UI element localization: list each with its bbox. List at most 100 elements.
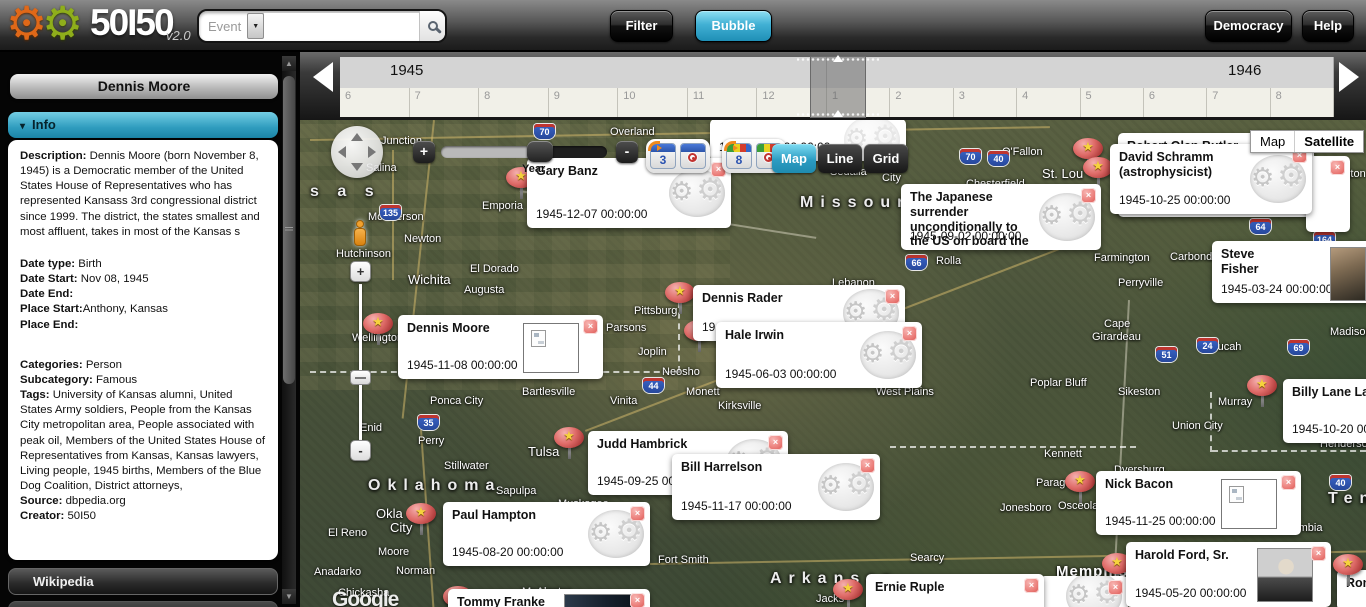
calendar-target-icon[interactable] bbox=[680, 143, 706, 169]
view-grid-button[interactable]: Grid bbox=[864, 144, 908, 173]
pan-down-icon[interactable] bbox=[351, 163, 363, 171]
timeline-next-arrow[interactable] bbox=[1339, 62, 1359, 92]
close-icon[interactable]: × bbox=[1330, 160, 1345, 175]
close-icon[interactable]: × bbox=[630, 506, 645, 521]
pegman-icon[interactable] bbox=[351, 220, 369, 250]
info-field: Source: dbpedia.org bbox=[20, 495, 126, 508]
pan-right-icon[interactable] bbox=[368, 146, 376, 158]
google-logo[interactable]: Google bbox=[332, 588, 399, 607]
timeline-month-cell[interactable]: 11 bbox=[687, 88, 758, 117]
map-pin[interactable]: ★ bbox=[664, 282, 696, 318]
scrollbar-thumb[interactable] bbox=[283, 76, 295, 384]
event-popup[interactable]: Dennis Moore 1945-11-08 00:00:00 × bbox=[398, 315, 603, 379]
timeline-month-cell[interactable]: 10 bbox=[618, 88, 688, 117]
wikipedia-section-header[interactable]: Wikipedia bbox=[8, 568, 278, 595]
map-pin[interactable]: ★ bbox=[1064, 471, 1096, 507]
filter-button[interactable]: Filter bbox=[610, 10, 673, 42]
map-pin[interactable]: ★ bbox=[405, 503, 437, 539]
close-icon[interactable]: × bbox=[630, 593, 645, 607]
timeline-month-cell[interactable]: 6 bbox=[340, 88, 410, 117]
timeline-month-cell[interactable]: 2 bbox=[890, 88, 954, 117]
event-popup[interactable]: Hale Irwin 1945-06-03 00:00:00 ⚙ ⚙ × bbox=[716, 322, 922, 388]
close-icon[interactable]: × bbox=[1281, 475, 1296, 490]
map-city-label: Augusta bbox=[464, 284, 505, 296]
timeline-month-cell[interactable]: 4 bbox=[1017, 88, 1081, 117]
interstate-shield-icon: 135 bbox=[380, 205, 401, 220]
search-button[interactable] bbox=[419, 11, 445, 41]
pan-up-icon[interactable] bbox=[351, 133, 363, 141]
map-pan-control[interactable] bbox=[331, 126, 383, 178]
timeline-month-cell[interactable]: 3 bbox=[953, 88, 1018, 117]
close-icon[interactable]: × bbox=[768, 435, 783, 450]
democracy-button[interactable]: Democracy bbox=[1205, 10, 1292, 42]
timeline-month-cell[interactable]: 5 bbox=[1080, 88, 1144, 117]
close-icon[interactable]: × bbox=[885, 289, 900, 304]
interstate-shield-icon: 40 bbox=[988, 151, 1009, 166]
map-pin[interactable]: ★ bbox=[362, 313, 394, 349]
map-pin[interactable]: ★ bbox=[1332, 554, 1364, 590]
map-zoom-slider-thumb[interactable] bbox=[350, 370, 371, 385]
event-popup[interactable]: Billy Lane Lauff 1945-10-20 00:00:00 bbox=[1283, 379, 1366, 443]
map-zoom-out-button[interactable]: - bbox=[350, 440, 371, 461]
timeline-month-cell[interactable]: 7 bbox=[1207, 88, 1271, 117]
event-popup[interactable]: Ernie Ruple × bbox=[866, 574, 1044, 607]
view-map-button[interactable]: Map bbox=[772, 144, 816, 173]
event-popup[interactable]: David Schramm (astrophysicist) 1945-10-25… bbox=[1110, 144, 1312, 214]
close-icon[interactable]: × bbox=[902, 326, 917, 341]
map-zoom-slider-track[interactable] bbox=[359, 284, 362, 442]
event-popup[interactable]: Nick Bacon 1945-11-25 00:00:00 × bbox=[1096, 471, 1301, 535]
close-icon[interactable]: × bbox=[1081, 188, 1096, 203]
map-city-label: Farmington bbox=[1094, 252, 1150, 264]
map-city-label: Sapulpa bbox=[496, 485, 537, 497]
timeline-month-cell[interactable]: 7 bbox=[409, 88, 480, 117]
collapsed-section-bar[interactable] bbox=[8, 601, 278, 607]
event-popup[interactable]: Paul Hampton 1945-08-20 00:00:00 ⚙ ⚙ × bbox=[443, 502, 650, 566]
event-popup[interactable]: The Japanese surrender unconditionally t… bbox=[901, 184, 1101, 250]
close-icon[interactable]: × bbox=[1024, 578, 1039, 593]
category-dropdown-button[interactable]: ▼ bbox=[247, 13, 265, 39]
timeline-zoom-in-button[interactable]: + bbox=[413, 141, 435, 163]
state-border bbox=[890, 446, 1136, 448]
close-icon[interactable]: × bbox=[583, 319, 598, 334]
timeline-month-cell[interactable]: 9 bbox=[548, 88, 619, 117]
event-popup[interactable]: × bbox=[1306, 156, 1350, 232]
event-popup[interactable]: Steve Fisher 1945-03-24 00:00:00 bbox=[1212, 241, 1366, 303]
interstate-shield-icon: 44 bbox=[643, 378, 664, 393]
scroll-down-icon[interactable]: ▼ bbox=[282, 589, 296, 604]
pan-left-icon[interactable] bbox=[338, 146, 346, 158]
timeline-month-cell[interactable]: 8 bbox=[1270, 88, 1334, 117]
close-icon[interactable]: × bbox=[860, 458, 875, 473]
close-icon[interactable]: × bbox=[1311, 546, 1326, 561]
calendar-date-icon[interactable]: 8 bbox=[724, 141, 752, 169]
bubble-button[interactable]: Bubble bbox=[695, 10, 772, 42]
map-pin[interactable]: ★ bbox=[553, 427, 585, 463]
event-popup[interactable]: ⚙⚙× bbox=[1040, 576, 1128, 607]
timeline-drag-handle[interactable] bbox=[797, 55, 879, 118]
map-type-map-button[interactable]: Map bbox=[1251, 131, 1294, 152]
info-section-header[interactable]: ▾ Info bbox=[8, 112, 278, 138]
timeline-month-cell[interactable]: 8 bbox=[479, 88, 549, 117]
view-line-button[interactable]: Line bbox=[818, 144, 862, 173]
map-pin[interactable]: ★ bbox=[1246, 375, 1278, 411]
event-popup[interactable]: Bill Harrelson 1945-11-17 00:00:00 ⚙ ⚙ × bbox=[672, 454, 880, 520]
help-button[interactable]: Help bbox=[1302, 10, 1354, 42]
event-popup[interactable]: Tommy Franke × bbox=[448, 589, 650, 607]
sidebar-scrollbar[interactable]: ▲ ▼ bbox=[282, 56, 296, 604]
search-input[interactable] bbox=[264, 13, 419, 39]
map-type-control: Map Satellite bbox=[1250, 130, 1365, 153]
timeline-zoom-slider-track[interactable] bbox=[441, 146, 607, 158]
calendar-date-icon[interactable]: 3 bbox=[648, 141, 676, 169]
popup-date: 1945-11-25 00:00:00 bbox=[1105, 514, 1216, 528]
map-zoom-in-button[interactable]: + bbox=[350, 261, 371, 282]
timeline-zoom-out-button[interactable]: - bbox=[616, 141, 638, 163]
map-city-label: Oklahoma bbox=[368, 477, 502, 494]
timeline-month-cell[interactable]: 6 bbox=[1143, 88, 1208, 117]
event-popup[interactable]: Harold Ford, Sr. 1945-05-20 00:00:00 × bbox=[1126, 542, 1331, 607]
interstate-shield-icon: 35 bbox=[418, 415, 439, 430]
close-icon[interactable]: × bbox=[1108, 580, 1123, 595]
map-pin[interactable]: ★ bbox=[832, 579, 864, 607]
map-type-satellite-button[interactable]: Satellite bbox=[1295, 131, 1363, 152]
scroll-up-icon[interactable]: ▲ bbox=[282, 56, 296, 71]
timeline-prev-arrow[interactable] bbox=[313, 62, 333, 92]
timeline-zoom-slider-thumb[interactable] bbox=[527, 141, 553, 162]
